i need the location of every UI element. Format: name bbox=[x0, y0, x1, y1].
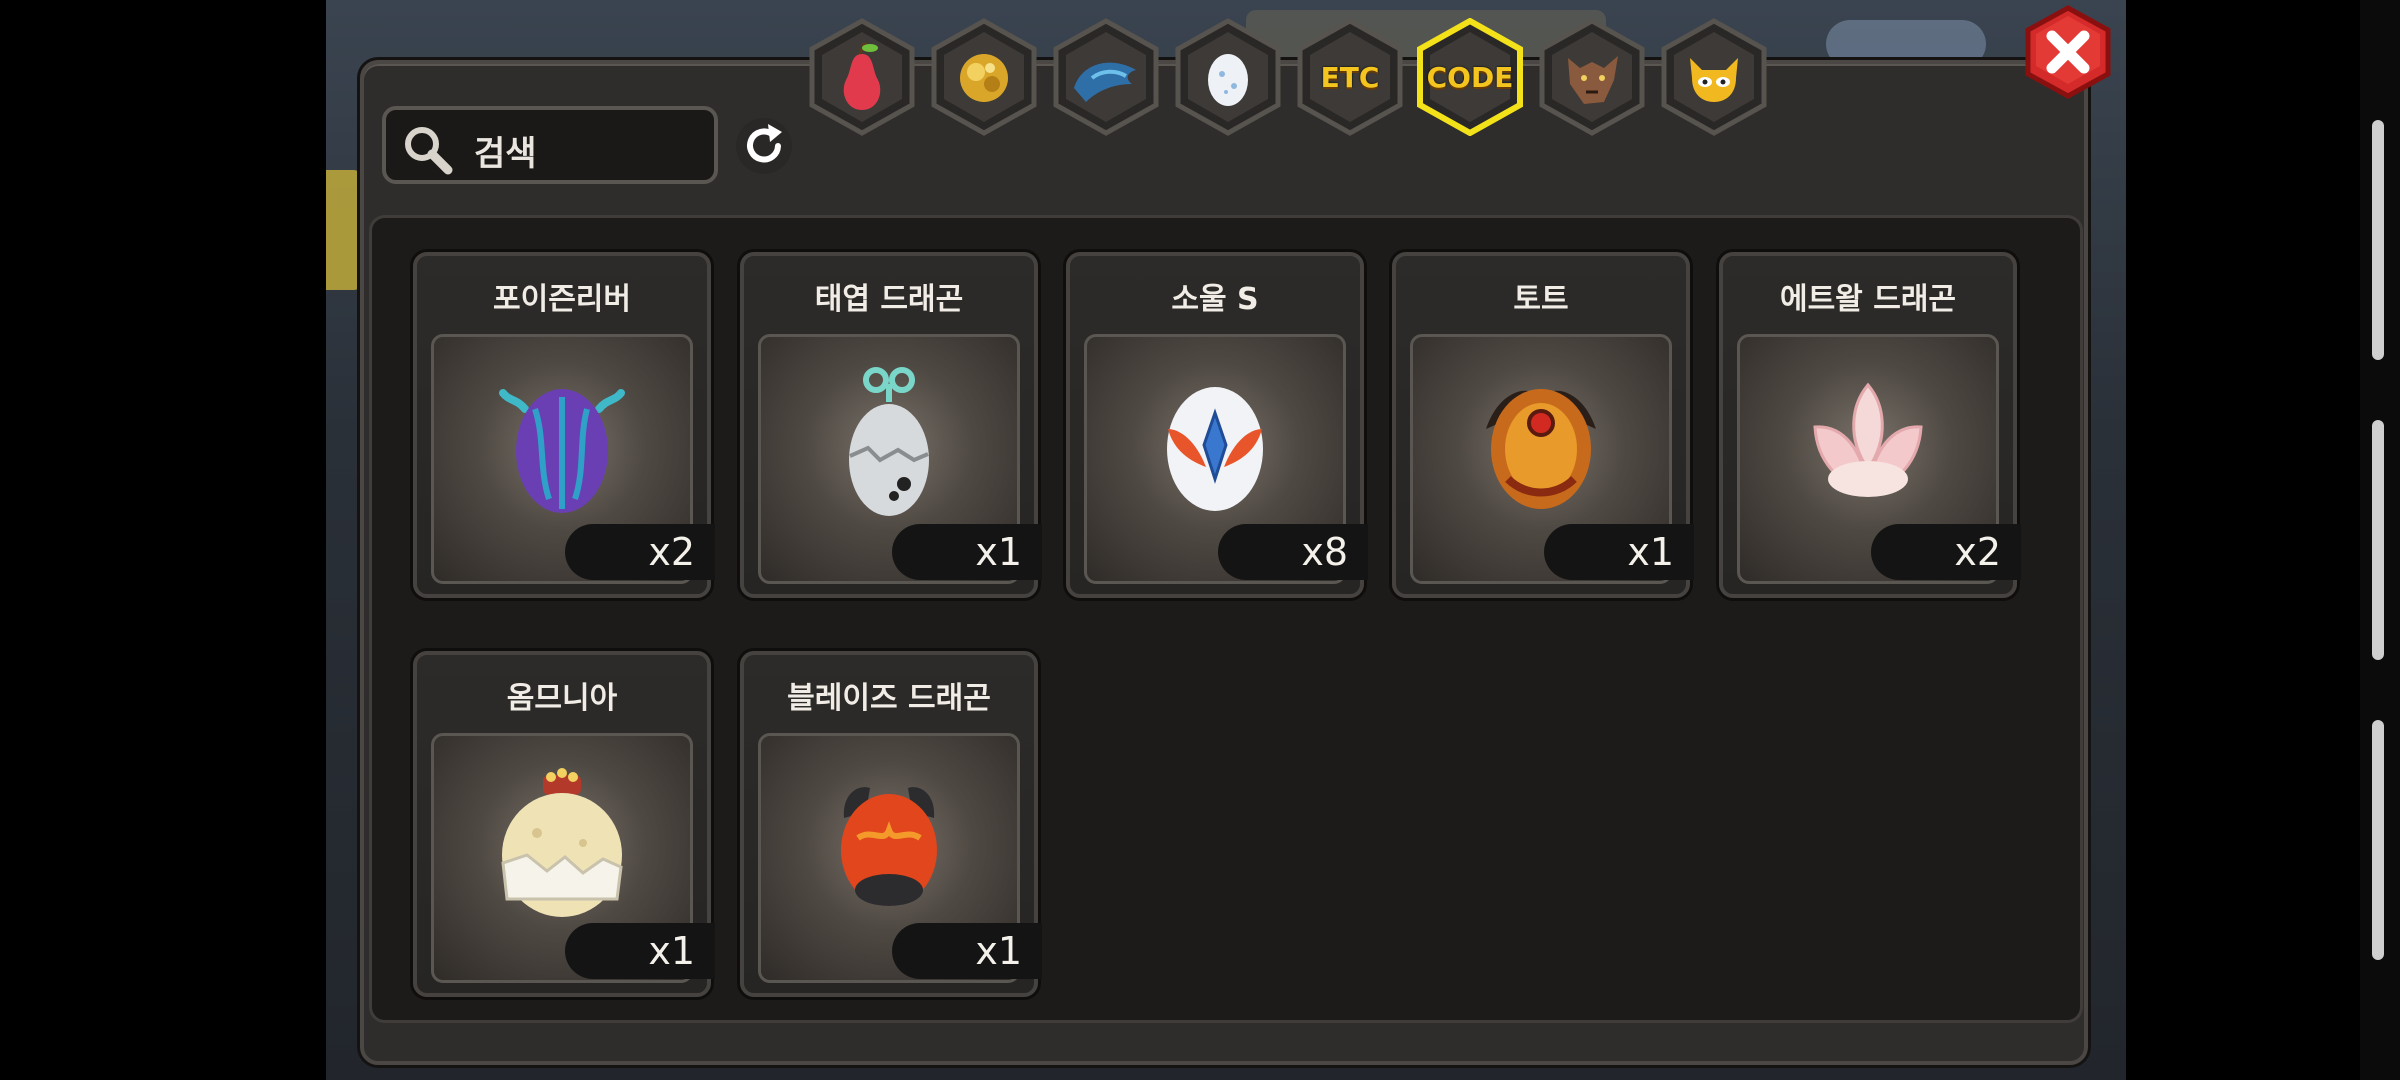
item-name: 소울 S bbox=[1171, 282, 1259, 317]
item-card[interactable]: 태엽 드래곤 x1 bbox=[740, 252, 1042, 598]
item-name: 토트 bbox=[1513, 282, 1569, 317]
scrollbar-segment[interactable] bbox=[2372, 720, 2384, 960]
pear-fruit-icon bbox=[843, 42, 881, 110]
flame-horned-egg-icon bbox=[841, 787, 937, 907]
item-quantity: x1 bbox=[892, 923, 1042, 979]
tab-label: ETC bbox=[1320, 60, 1380, 94]
item-card[interactable]: 블레이즈 드래곤 x1 bbox=[740, 651, 1042, 997]
item-card[interactable]: 소울 S x8 bbox=[1066, 252, 1368, 598]
wolf-head-icon bbox=[1568, 56, 1618, 104]
purple-horned-egg-icon bbox=[499, 389, 625, 514]
blue-dragon-icon bbox=[1074, 62, 1136, 102]
item-card[interactable]: 에트왈 드래곤 x2 bbox=[1719, 252, 2021, 598]
close-icon[interactable] bbox=[2022, 4, 2114, 100]
item-card[interactable]: 포이즌리버 x2 bbox=[413, 252, 715, 598]
item-name: 옴므니아 bbox=[506, 681, 618, 716]
lotus-egg-icon bbox=[1813, 383, 1923, 498]
item-name: 태엽 드래곤 bbox=[814, 282, 964, 317]
item-quantity: x2 bbox=[565, 524, 715, 580]
item-quantity: x1 bbox=[892, 524, 1042, 580]
gold-nugget-icon bbox=[960, 54, 1008, 102]
item-quantity: x1 bbox=[1544, 524, 1694, 580]
item-quantity: x2 bbox=[1871, 524, 2021, 580]
search-icon bbox=[405, 127, 453, 175]
background-decoration bbox=[326, 170, 360, 290]
scrollbar-segment[interactable] bbox=[2372, 420, 2384, 660]
item-card[interactable]: 토트 x1 bbox=[1392, 252, 1694, 598]
tab-monster[interactable] bbox=[1660, 18, 1768, 136]
tab-label: CODE bbox=[1426, 60, 1514, 94]
item-card[interactable]: 옴므니아 x1 bbox=[413, 651, 715, 997]
winged-crystal-egg-icon bbox=[1167, 387, 1263, 512]
scrollbar-segment[interactable] bbox=[2372, 120, 2384, 360]
tab-wolf[interactable] bbox=[1538, 18, 1646, 136]
tab-egg[interactable] bbox=[1174, 18, 1282, 136]
horned-monster-icon bbox=[1690, 58, 1738, 102]
item-name: 에트왈 드래곤 bbox=[1779, 282, 1957, 317]
item-name: 블레이즈 드래곤 bbox=[787, 681, 991, 716]
item-quantity: x8 bbox=[1218, 524, 1368, 580]
refresh-icon[interactable] bbox=[734, 116, 794, 176]
search-placeholder: 검색 bbox=[474, 134, 537, 174]
crowned-cream-egg-icon bbox=[501, 768, 623, 918]
golden-horned-egg-icon bbox=[1486, 389, 1596, 510]
tab-blue[interactable] bbox=[1052, 18, 1160, 136]
item-name: 포이즌리버 bbox=[493, 282, 631, 317]
windup-key-egg-icon bbox=[849, 367, 929, 517]
tab-code[interactable]: CODE bbox=[1416, 18, 1524, 136]
tab-gold[interactable] bbox=[930, 18, 1038, 136]
search-input[interactable]: 검색 bbox=[382, 106, 718, 184]
tab-fruit[interactable] bbox=[808, 18, 916, 136]
tab-etc[interactable]: ETC bbox=[1296, 18, 1404, 136]
egg-icon bbox=[1208, 54, 1248, 106]
item-quantity: x1 bbox=[565, 923, 715, 979]
